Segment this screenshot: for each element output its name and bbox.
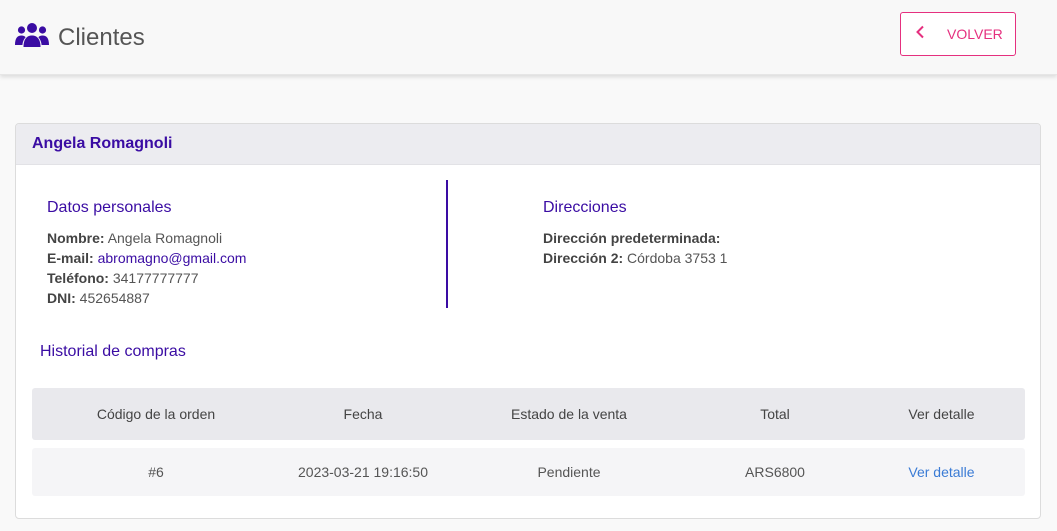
- order-code: #6: [148, 464, 164, 480]
- back-button[interactable]: VOLVER: [900, 12, 1016, 56]
- view-detail-link[interactable]: Ver detalle: [908, 464, 974, 480]
- client-name-header: Angela Romagnoli: [16, 124, 1040, 165]
- column-header: Fecha: [343, 406, 383, 422]
- top-bar: Clientes VOLVER: [0, 0, 1057, 75]
- page-title: Clientes: [58, 23, 145, 51]
- view-detail-cell: Ver detalle: [858, 464, 1025, 480]
- name-line: Nombre: Angela Romagnoli: [47, 230, 223, 246]
- personal-data: Nombre: Angela Romagnoli E-mail: abromag…: [47, 228, 246, 308]
- email-link[interactable]: abromagno@gmail.com: [98, 250, 247, 266]
- column-header: Estado de la venta: [511, 406, 627, 422]
- page-header: Clientes: [15, 20, 145, 55]
- column-header: Total: [760, 406, 790, 422]
- phone-line: Teléfono: 34177777777: [47, 270, 199, 286]
- users-icon: [15, 20, 49, 55]
- order-status: Pendiente: [537, 464, 601, 480]
- addresses-title: Direcciones: [543, 199, 627, 216]
- client-card: Angela Romagnoli Datos personales Nombre…: [15, 123, 1041, 519]
- back-button-label: VOLVER: [947, 26, 1003, 42]
- column-header: Ver detalle: [908, 406, 975, 422]
- personal-data-title: Datos personales: [47, 199, 172, 216]
- dni-line: DNI: 452654887: [47, 290, 150, 306]
- email-line: E-mail: abromagno@gmail.com: [47, 250, 247, 266]
- order-total: ARS6800: [745, 464, 805, 480]
- order-date: 2023-03-21 19:16:50: [298, 464, 428, 480]
- table-header: Código de la orden Fecha Estado de la ve…: [32, 388, 1025, 440]
- section-divider: [446, 180, 448, 308]
- addresses-data: Dirección predeterminada: Dirección 2: C…: [543, 228, 727, 268]
- address-2-line: Dirección 2: Córdoba 3753 1: [543, 250, 728, 266]
- default-address-line: Dirección predeterminada:: [543, 230, 721, 246]
- column-header: Código de la orden: [96, 406, 216, 422]
- purchase-history-title: Historial de compras: [40, 343, 186, 360]
- table-row: #6 2023-03-21 19:16:50 Pendiente ARS6800…: [32, 448, 1025, 496]
- chevron-left-icon: [901, 25, 925, 44]
